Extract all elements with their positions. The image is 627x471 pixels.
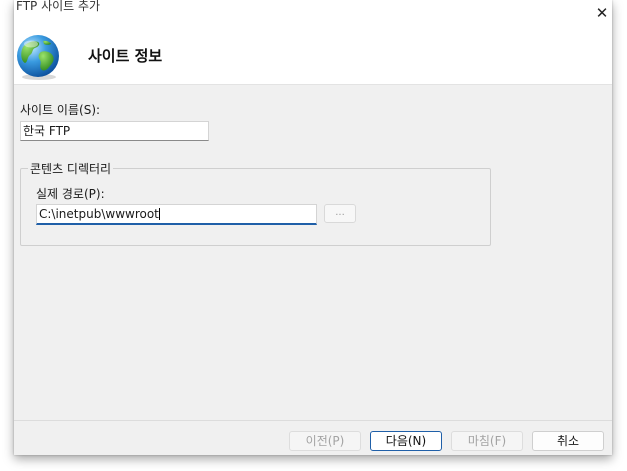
physical-path-value: C:\inetpub\wwwroot [39,207,159,221]
wizard-header: 사이트 정보 [14,30,612,85]
physical-path-input[interactable]: C:\inetpub\wwwroot [36,204,317,225]
next-button[interactable]: 다음(N) [370,431,442,451]
page-title: 사이트 정보 [88,47,163,65]
cancel-button[interactable]: 취소 [532,431,604,451]
site-name-label: 사이트 이름(S): [20,103,101,117]
title-bar: FTP 사이트 추가 ✕ [14,0,612,30]
add-ftp-site-dialog: FTP 사이트 추가 ✕ 사이트 정보 사이트 이름(S): 한국 FTP 콘텐… [14,0,612,455]
physical-path-label: 실제 경로(P): [36,187,105,201]
site-name-input[interactable]: 한국 FTP [20,121,209,141]
site-name-value: 한국 FTP [23,124,71,138]
window-title: FTP 사이트 추가 [16,0,101,13]
finish-button[interactable]: 마침(F) [451,431,523,451]
wizard-content: 사이트 이름(S): 한국 FTP 콘텐츠 디렉터리 실제 경로(P): C:\… [14,85,612,420]
previous-button[interactable]: 이전(P) [289,431,361,451]
content-directory-legend: 콘텐츠 디렉터리 [28,160,114,177]
wizard-footer: 이전(P) 다음(N) 마침(F) 취소 [14,420,612,455]
browse-button[interactable]: ... [324,204,356,223]
text-cursor [158,208,160,220]
globe-icon [17,35,59,80]
close-button[interactable]: ✕ [594,5,610,21]
